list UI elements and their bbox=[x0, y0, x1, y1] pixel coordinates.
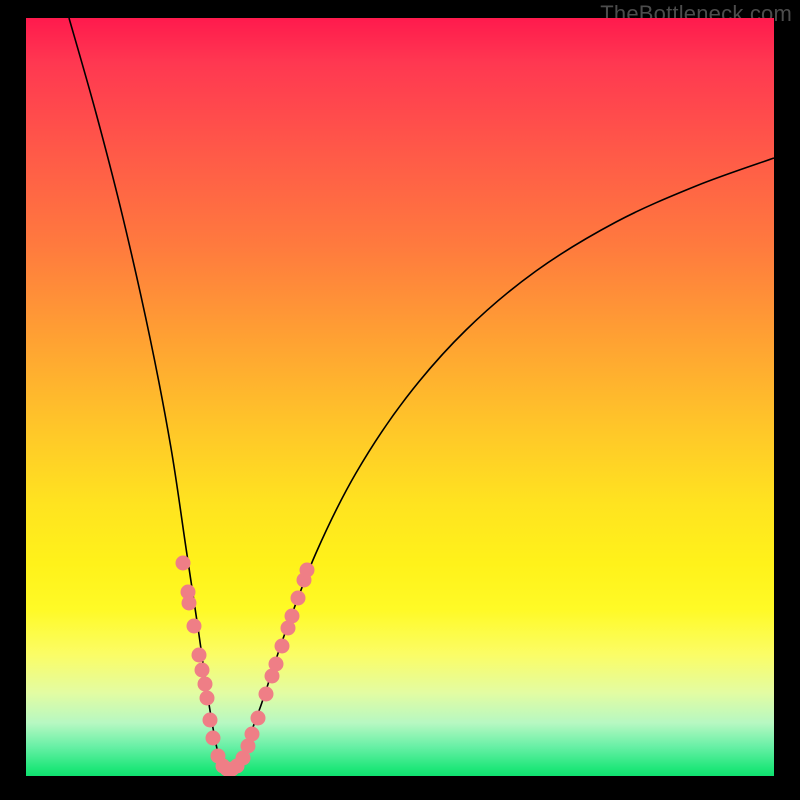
marker-dot bbox=[176, 556, 191, 571]
marker-dot bbox=[187, 619, 202, 634]
bottleneck-curve-svg bbox=[26, 18, 774, 776]
marker-dot bbox=[245, 727, 260, 742]
marker-dot bbox=[300, 563, 315, 578]
curve-path bbox=[69, 18, 774, 770]
marker-dot bbox=[182, 596, 197, 611]
marker-dots bbox=[176, 556, 315, 777]
marker-dot bbox=[198, 677, 213, 692]
marker-dot bbox=[206, 731, 221, 746]
marker-dot bbox=[251, 711, 266, 726]
marker-dot bbox=[200, 691, 215, 706]
marker-dot bbox=[192, 648, 207, 663]
marker-dot bbox=[285, 609, 300, 624]
chart-frame: TheBottleneck.com bbox=[0, 0, 800, 800]
marker-dot bbox=[269, 657, 284, 672]
marker-dot bbox=[203, 713, 218, 728]
marker-dot bbox=[259, 687, 274, 702]
curve-series bbox=[69, 18, 774, 770]
plot-area bbox=[26, 18, 774, 776]
marker-dot bbox=[275, 639, 290, 654]
marker-dot bbox=[195, 663, 210, 678]
marker-dot bbox=[291, 591, 306, 606]
